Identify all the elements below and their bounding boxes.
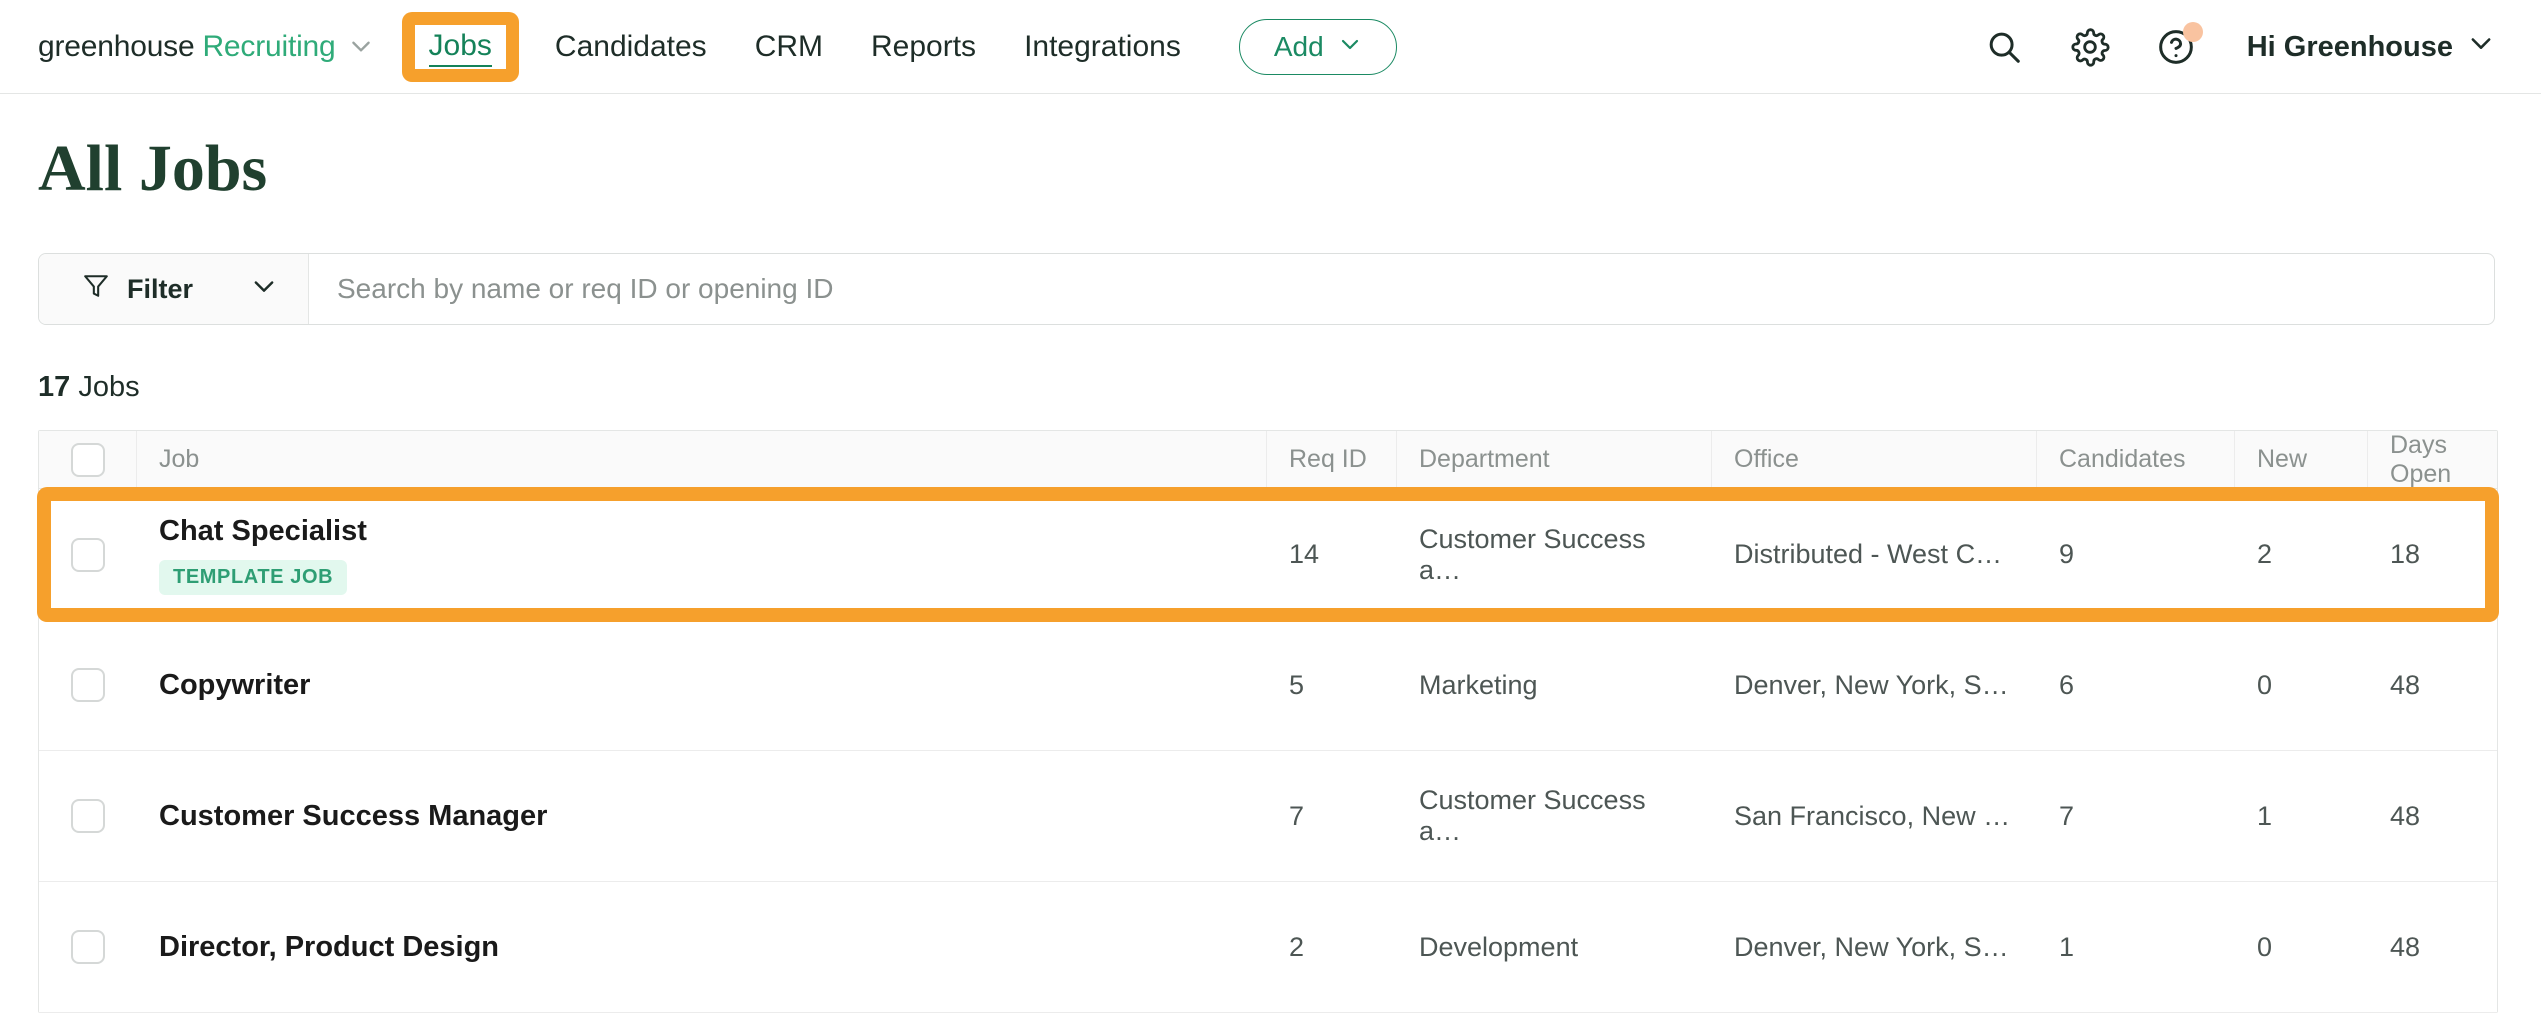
cell-job: Director, Product Design [137, 882, 1267, 1012]
chevron-down-icon[interactable] [348, 33, 374, 59]
brand-logo[interactable]: greenhouse Recruiting [38, 30, 374, 64]
chevron-down-icon [1338, 31, 1362, 63]
notification-dot [2183, 22, 2203, 42]
highlighted-row-wrapper: Chat Specialist TEMPLATE JOB 14 Customer… [39, 489, 2497, 620]
column-header-office[interactable]: Office [1712, 431, 2037, 488]
cell-candidates: 7 [2037, 751, 2235, 881]
cell-days-open: 48 [2368, 882, 2497, 1012]
column-header-job[interactable]: Job [137, 431, 1267, 488]
cell-new: 0 [2235, 620, 2368, 750]
add-button-label: Add [1274, 31, 1324, 63]
select-all-checkbox-cell [39, 431, 137, 488]
search-icon[interactable] [1981, 24, 2027, 70]
filter-label: Filter [127, 274, 193, 305]
column-header-candidates[interactable]: Candidates [2037, 431, 2235, 488]
nav-item-candidates[interactable]: Candidates [531, 20, 731, 73]
job-cell-inner: Chat Specialist TEMPLATE JOB [159, 515, 367, 595]
row-checkbox-cell [39, 751, 137, 881]
row-checkbox[interactable] [71, 799, 105, 833]
cell-office: Denver, New York, S… [1712, 620, 2037, 750]
cell-department: Customer Success a… [1397, 489, 1712, 620]
brand-name: greenhouse [38, 30, 194, 64]
top-navigation-bar: greenhouse Recruiting Jobs Candidates CR… [0, 0, 2541, 94]
column-header-new[interactable]: New [2235, 431, 2368, 488]
cell-office: Distributed - West C… [1712, 489, 2037, 620]
add-button[interactable]: Add [1239, 19, 1397, 75]
nav-item-crm[interactable]: CRM [731, 20, 847, 73]
column-header-req-id[interactable]: Req ID [1267, 431, 1397, 488]
table-row[interactable]: Copywriter 5 Marketing Denver, New York,… [39, 620, 2497, 751]
funnel-icon [83, 273, 109, 306]
job-title-link[interactable]: Director, Product Design [159, 931, 499, 964]
cell-department: Marketing [1397, 620, 1712, 750]
status-badge: TEMPLATE JOB [159, 560, 347, 595]
search-input[interactable] [309, 254, 2494, 324]
nav-item-jobs-label: Jobs [429, 29, 492, 67]
page-title: All Jobs [38, 134, 2503, 203]
filter-dropdown-button[interactable]: Filter [39, 254, 309, 324]
cell-office: San Francisco, New … [1712, 751, 2037, 881]
select-all-checkbox[interactable] [71, 443, 105, 477]
nav-item-jobs[interactable]: Jobs [402, 12, 519, 82]
row-checkbox[interactable] [71, 668, 105, 702]
row-checkbox-cell [39, 620, 137, 750]
cell-new: 2 [2235, 489, 2368, 620]
cell-days-open: 18 [2368, 489, 2497, 620]
jobs-count: 17 Jobs [38, 371, 2503, 404]
job-title-link[interactable]: Chat Specialist [159, 515, 367, 548]
chevron-down-icon [2467, 29, 2495, 65]
gear-icon[interactable] [2067, 24, 2113, 70]
cell-job: Chat Specialist TEMPLATE JOB [137, 489, 1267, 620]
cell-req-id: 5 [1267, 620, 1397, 750]
cell-new: 1 [2235, 751, 2368, 881]
top-bar-right-actions: Hi Greenhouse [1981, 0, 2495, 94]
user-menu[interactable]: Hi Greenhouse [2247, 29, 2495, 65]
cell-candidates: 9 [2037, 489, 2235, 620]
user-menu-label: Hi Greenhouse [2247, 31, 2453, 64]
jobs-count-number: 17 [38, 371, 70, 403]
cell-candidates: 6 [2037, 620, 2235, 750]
page-body: All Jobs Filter 17 Jobs Job Req ID Depar… [0, 134, 2541, 1013]
column-header-department[interactable]: Department [1397, 431, 1712, 488]
jobs-table: Job Req ID Department Office Candidates … [38, 430, 2498, 1013]
filter-search-bar: Filter [38, 253, 2495, 325]
cell-days-open: 48 [2368, 620, 2497, 750]
cell-candidates: 1 [2037, 882, 2235, 1012]
cell-job: Customer Success Manager [137, 751, 1267, 881]
row-checkbox-cell [39, 882, 137, 1012]
jobs-count-label: Jobs [78, 371, 139, 403]
cell-req-id: 14 [1267, 489, 1397, 620]
cell-department: Customer Success a… [1397, 751, 1712, 881]
job-title-link[interactable]: Customer Success Manager [159, 800, 547, 833]
question-mark-circle-icon[interactable] [2153, 24, 2199, 70]
cell-office: Denver, New York, S… [1712, 882, 2037, 1012]
nav-item-jobs-inner: Jobs [415, 25, 506, 69]
main-nav: Jobs Candidates CRM Reports Integrations [402, 12, 1205, 82]
cell-req-id: 2 [1267, 882, 1397, 1012]
table-row[interactable]: Chat Specialist TEMPLATE JOB 14 Customer… [39, 489, 2497, 620]
chevron-down-icon [250, 272, 278, 307]
job-title-link[interactable]: Copywriter [159, 669, 310, 702]
row-checkbox[interactable] [71, 930, 105, 964]
table-row[interactable]: Customer Success Manager 7 Customer Succ… [39, 751, 2497, 882]
column-header-days-open[interactable]: Days Open [2368, 431, 2497, 488]
cell-job: Copywriter [137, 620, 1267, 750]
cell-days-open: 48 [2368, 751, 2497, 881]
brand-product-name: Recruiting [202, 30, 335, 64]
cell-req-id: 7 [1267, 751, 1397, 881]
row-checkbox-cell [39, 489, 137, 620]
row-checkbox[interactable] [71, 538, 105, 572]
cell-new: 0 [2235, 882, 2368, 1012]
table-row[interactable]: Director, Product Design 2 Development D… [39, 882, 2497, 1013]
nav-item-reports[interactable]: Reports [847, 20, 1000, 73]
nav-item-integrations[interactable]: Integrations [1000, 20, 1205, 73]
table-header-row: Job Req ID Department Office Candidates … [39, 431, 2497, 489]
cell-department: Development [1397, 882, 1712, 1012]
